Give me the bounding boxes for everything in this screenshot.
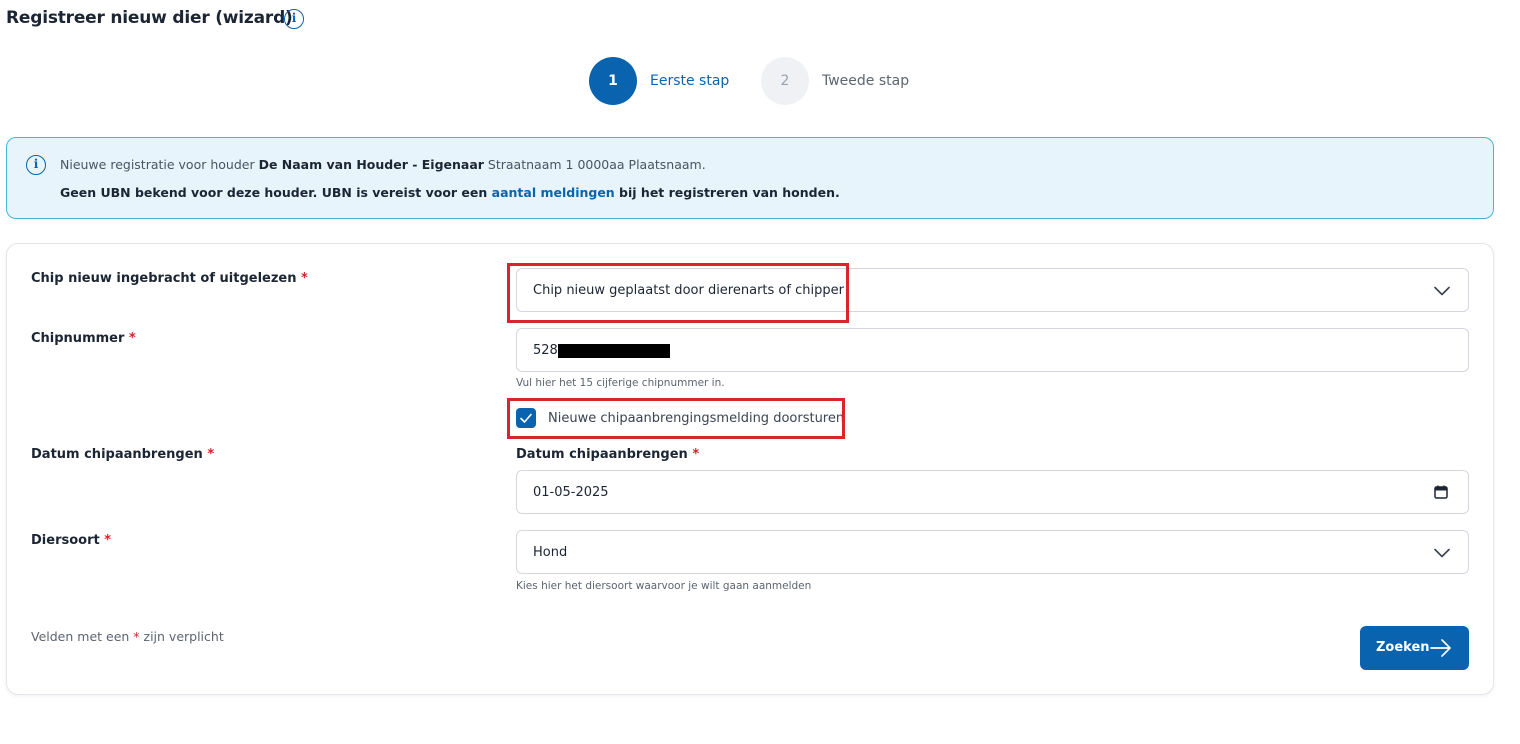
step-2-indicator[interactable]: 2 — [761, 57, 809, 105]
species-hint: Kies hier het diersoort waarvoor je wilt… — [516, 580, 812, 592]
chip-number-hint: Vul hier het 15 cijferige chipnummer in. — [516, 377, 725, 389]
aantal-meldingen-link[interactable]: aantal meldingen — [492, 185, 615, 200]
info-icon: i — [26, 155, 46, 175]
species-label-text: Diersoort — [31, 533, 100, 548]
info-banner-ubn-line: Geen UBN bekend voor deze houder. UBN is… — [60, 185, 840, 200]
chip-date-input[interactable]: 01-05-2025 — [516, 470, 1469, 514]
step-1-indicator[interactable]: 1 — [589, 57, 637, 105]
info-banner: i Nieuwe registratie voor houder De Naam… — [6, 137, 1494, 219]
redaction-bar — [558, 344, 670, 358]
chip-number-label: Chipnummer * — [31, 331, 136, 346]
info-icon[interactable]: i — [284, 9, 304, 29]
chip-number-label-text: Chipnummer — [31, 331, 125, 346]
step-1-label[interactable]: Eerste stap — [650, 73, 729, 89]
required-mark: * — [692, 447, 700, 462]
info-line2-suffix: bij het registreren van honden. — [614, 185, 840, 200]
chip-date-label: Datum chipaanbrengen * — [31, 447, 214, 462]
required-mark: * — [128, 331, 136, 346]
highlight-box-chip-source — [507, 263, 849, 323]
chip-date-inner-label: Datum chipaanbrengen * — [516, 447, 699, 462]
required-fields-note: Velden met een * zijn verplicht — [31, 629, 224, 644]
footer-note-suffix: zijn verplicht — [139, 629, 224, 644]
footer-note-prefix: Velden met een — [31, 629, 134, 644]
step-2-label[interactable]: Tweede stap — [822, 73, 909, 89]
required-mark: * — [104, 533, 112, 548]
chip-number-value: 528 — [533, 343, 558, 358]
search-button[interactable]: Zoeken — [1360, 626, 1469, 670]
page-title: Registreer nieuw dier (wizard) — [6, 8, 293, 28]
calendar-icon[interactable] — [1434, 485, 1448, 499]
holder-address: Straatnaam 1 0000aa Plaatsnaam. — [483, 157, 706, 172]
chip-date-label-text: Datum chipaanbrengen — [31, 447, 203, 462]
species-value: Hond — [533, 545, 568, 560]
chip-source-label: Chip nieuw ingebracht of uitgelezen * — [31, 271, 308, 286]
required-mark: * — [301, 271, 308, 286]
arrow-right-icon — [1430, 639, 1451, 657]
chip-date-inner-label-text: Datum chipaanbrengen — [516, 447, 688, 462]
species-select[interactable]: Hond — [516, 530, 1469, 574]
chip-source-label-text: Chip nieuw ingebracht of uitgelezen — [31, 271, 297, 286]
info-line1-prefix: Nieuwe registratie voor houder — [60, 157, 259, 172]
chip-date-value: 01-05-2025 — [533, 485, 609, 500]
info-banner-holder-line: Nieuwe registratie voor houder De Naam v… — [60, 157, 706, 172]
required-mark: * — [207, 447, 215, 462]
info-line2-prefix: Geen UBN bekend voor deze houder. UBN is… — [60, 185, 492, 200]
chevron-down-icon — [1434, 286, 1450, 296]
holder-name: De Naam van Houder - Eigenaar — [258, 157, 484, 172]
search-button-label: Zoeken — [1376, 640, 1430, 655]
highlight-box-forward-notification — [507, 398, 845, 439]
chevron-down-icon — [1434, 548, 1450, 558]
species-label: Diersoort * — [31, 533, 111, 548]
